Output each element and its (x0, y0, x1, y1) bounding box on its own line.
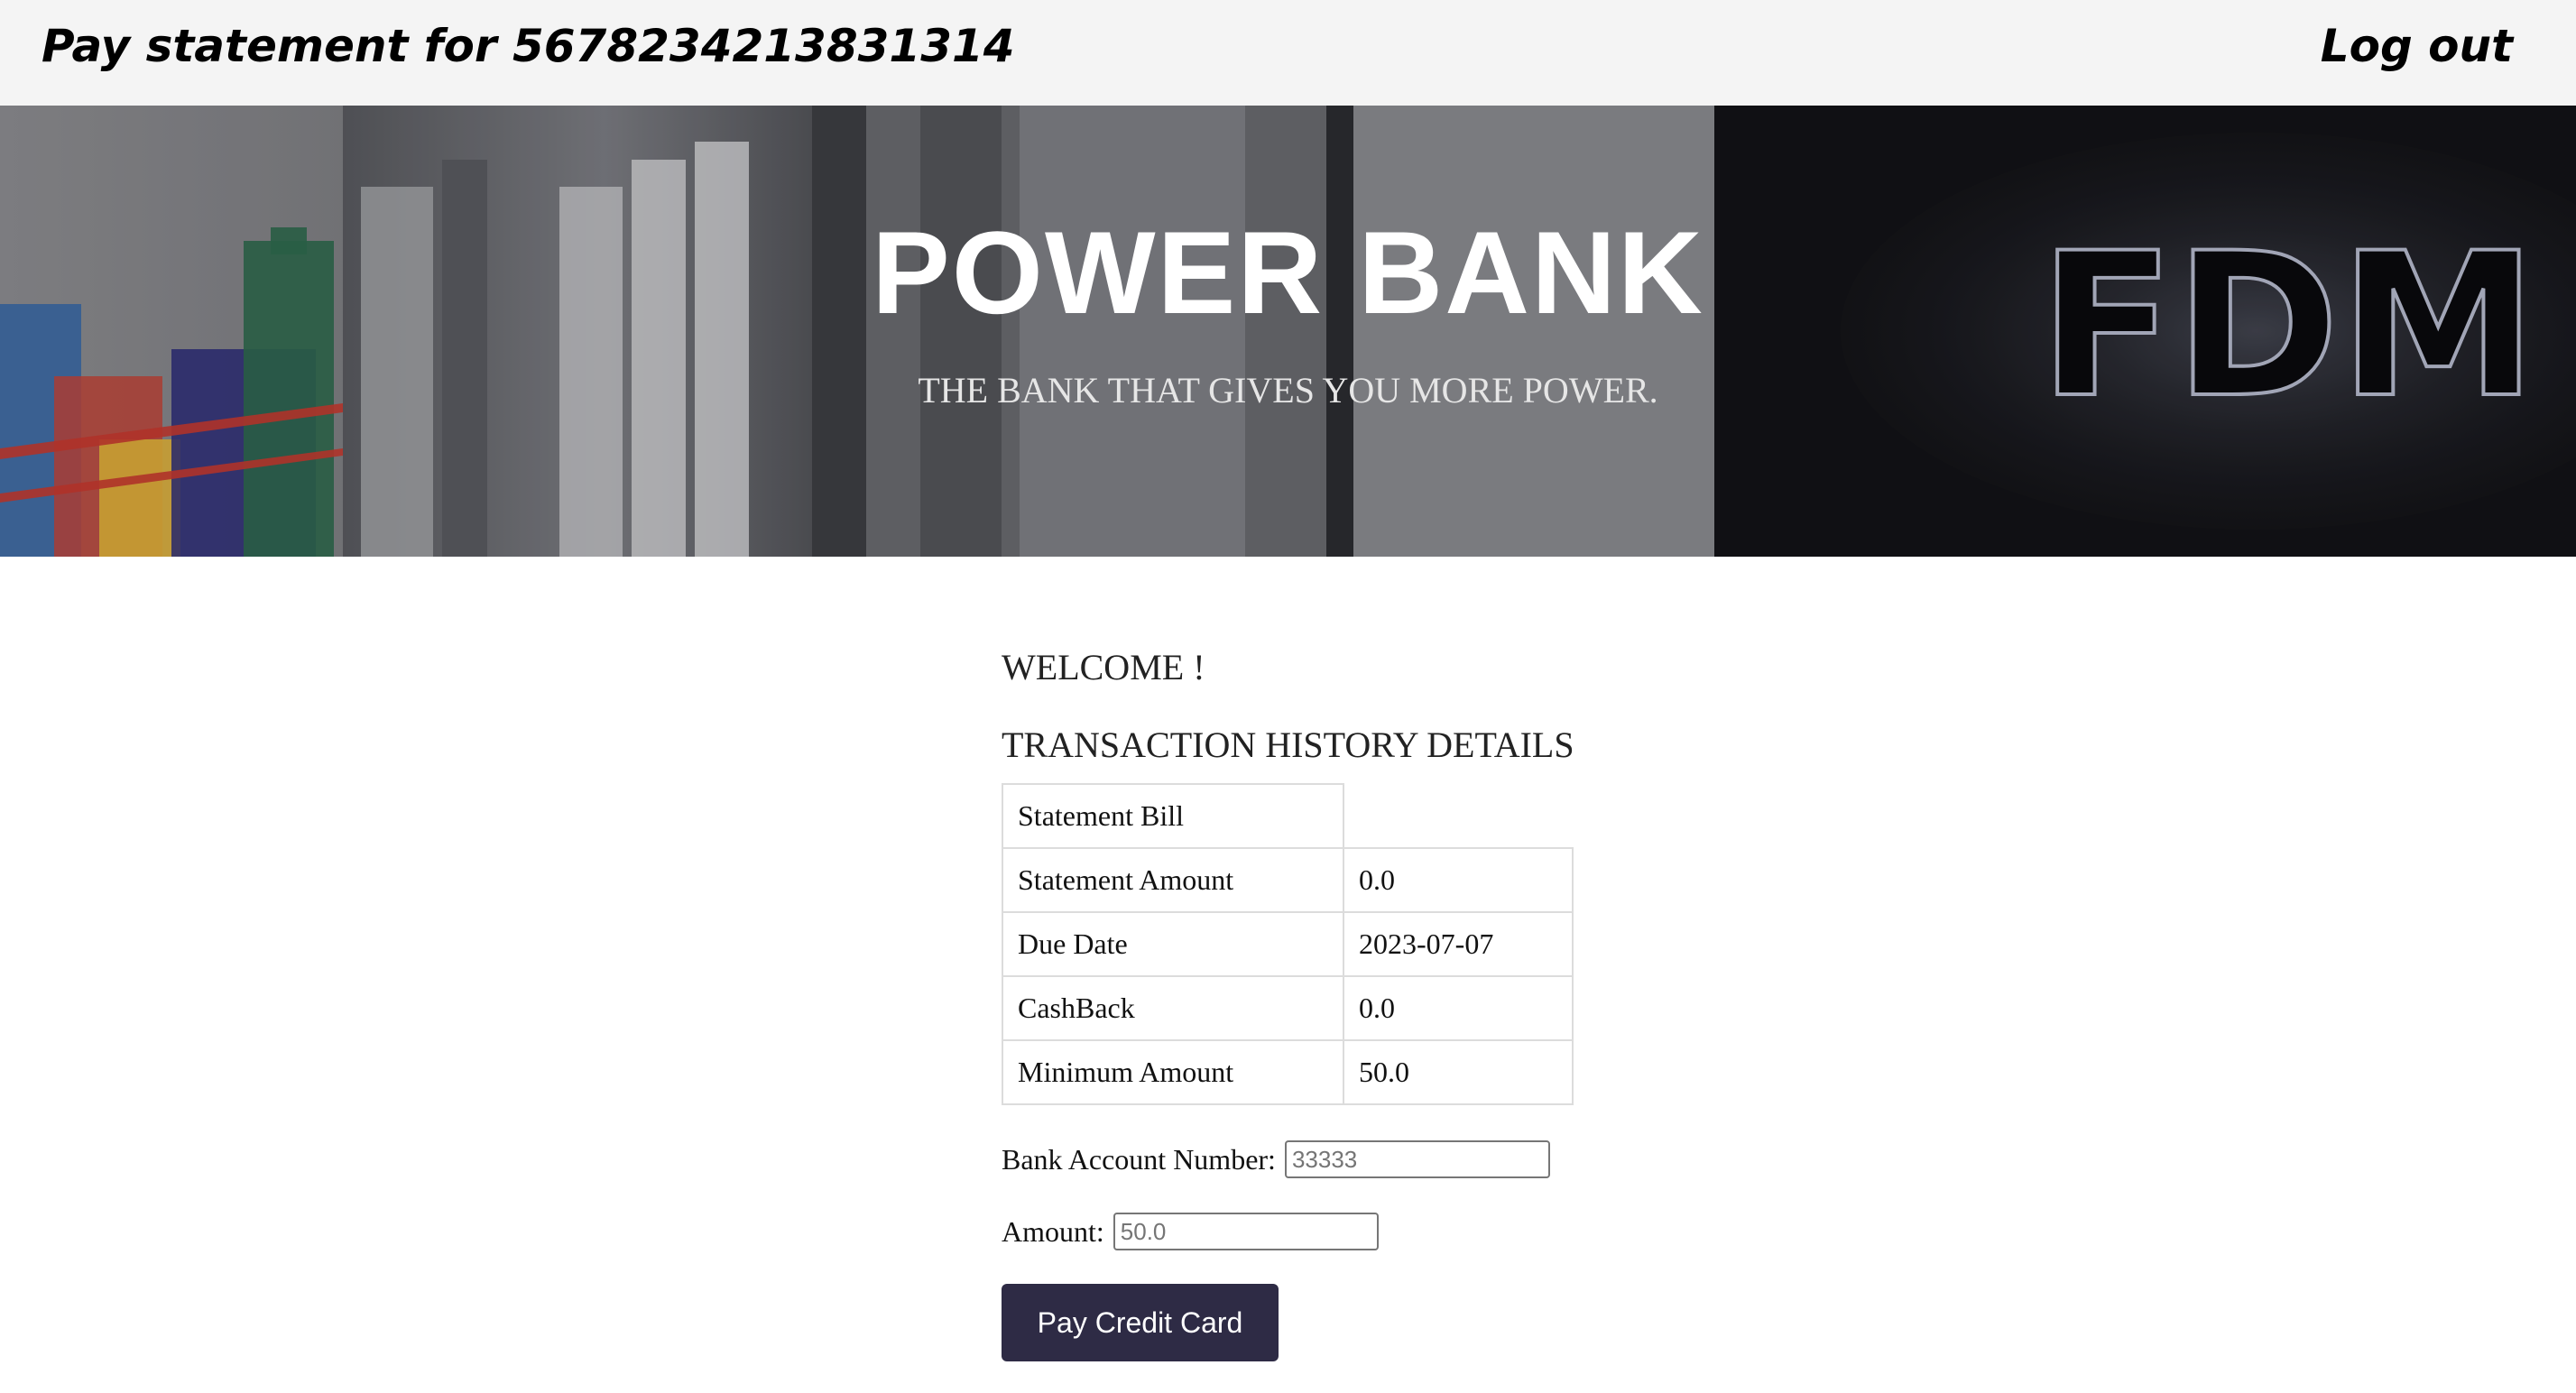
bank-heading: POWER BANK (872, 207, 1704, 338)
bank-account-input[interactable] (1284, 1140, 1550, 1178)
row-label: CashBack (1002, 975, 1344, 1041)
table-row: Minimum Amount 50.0 (1002, 1039, 1574, 1105)
statement-bill-label: Statement Bill (1002, 783, 1344, 849)
logout-link[interactable]: Log out (2321, 20, 2513, 72)
welcome-heading: WELCOME ! (1002, 647, 1205, 687)
top-bar: Pay statement for 5678234213831314 Log o… (0, 0, 2576, 106)
row-value: 0.0 (1343, 975, 1574, 1041)
row-label: Minimum Amount (1002, 1039, 1344, 1105)
amount-row: Amount: (1002, 1209, 1379, 1254)
row-value: 50.0 (1343, 1039, 1574, 1105)
hero-banner: FDM POWER BANK THE BANK THAT GIVES YOU M… (0, 106, 2576, 557)
row-label: Due Date (1002, 911, 1344, 977)
table-row: Due Date 2023-07-07 (1002, 911, 1574, 977)
bank-account-row: Bank Account Number: (1002, 1137, 1550, 1182)
table-row: Statement Bill (1002, 783, 1573, 849)
table-row: CashBack 0.0 (1002, 975, 1574, 1041)
page-title: Pay statement for 5678234213831314 (42, 20, 1015, 72)
bank-account-label: Bank Account Number: (1002, 1142, 1276, 1176)
pay-credit-card-button[interactable]: Pay Credit Card (1002, 1284, 1279, 1361)
statement-table: Statement Bill Statement Amount 0.0 Due … (1002, 783, 1574, 1105)
amount-input[interactable] (1113, 1213, 1379, 1250)
row-value: 0.0 (1343, 847, 1574, 913)
transaction-history-heading: TRANSACTION HISTORY DETAILS (1002, 724, 1574, 765)
row-label: Statement Amount (1002, 847, 1344, 913)
row-value: 2023-07-07 (1343, 911, 1574, 977)
bank-tagline: THE BANK THAT GIVES YOU MORE POWER. (918, 370, 1658, 411)
table-row: Statement Amount 0.0 (1002, 847, 1574, 913)
amount-label: Amount: (1002, 1214, 1104, 1248)
statement-bill-value (1343, 784, 1573, 848)
main-content: WELCOME ! TRANSACTION HISTORY DETAILS St… (1002, 641, 1723, 1361)
